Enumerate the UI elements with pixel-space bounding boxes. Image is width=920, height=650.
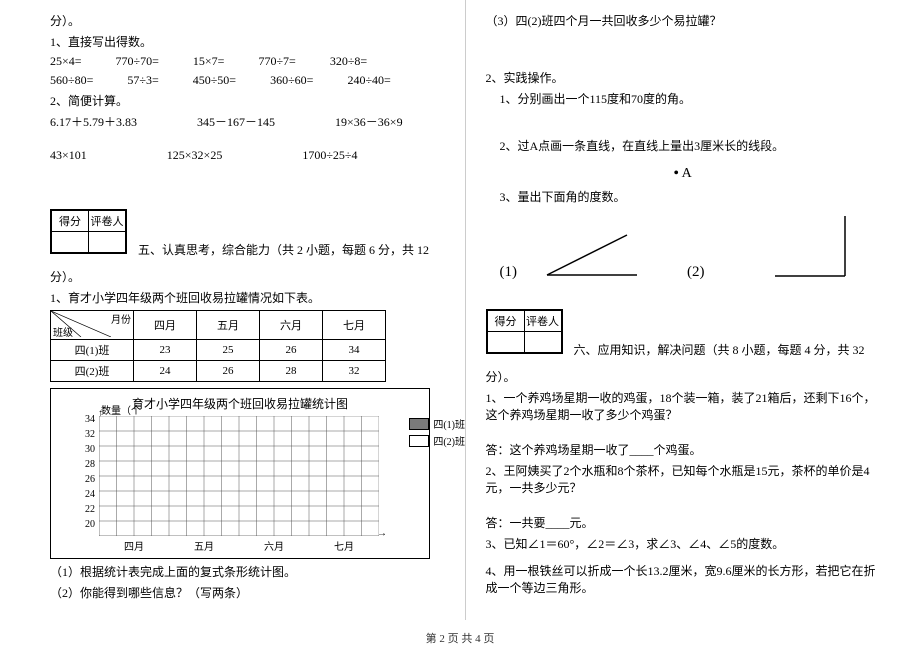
q4-1: 1、直接写出得数。 bbox=[50, 33, 445, 50]
q4-1-row1: 25×4= 770÷70= 15×7= 770÷7= 320÷8= bbox=[50, 54, 445, 69]
q6-3: 3、已知∠1＝60°，∠2＝∠3，求∠3、∠4、∠5的度数。 bbox=[486, 535, 881, 552]
prac-3: 3、量出下面角的度数。 bbox=[486, 188, 881, 205]
sec5-tail: 分）。 bbox=[50, 268, 445, 285]
chart-grid bbox=[99, 416, 379, 536]
q6-2-answer: 答：一共要____元。 bbox=[486, 514, 881, 531]
y-axis-ticks: 34 32 30 28 26 24 22 20 bbox=[75, 412, 95, 532]
q4-2-row2: 43×101 125×32×25 1700÷25÷4 bbox=[50, 148, 445, 163]
table-row: 四(1)班 23 25 26 34 bbox=[51, 340, 386, 361]
prac-2: 2、过A点画一条直线，在直线上量出3厘米长的线段。 bbox=[486, 137, 881, 154]
q6-1-answer: 答：这个养鸡场星期一收了____个鸡蛋。 bbox=[486, 441, 881, 458]
angle-1-icon bbox=[537, 225, 647, 281]
dot-icon: • bbox=[674, 166, 679, 181]
q5-1: 1、育才小学四年级两个班回收易拉罐情况如下表。 bbox=[50, 289, 445, 306]
recycle-table: 月份 班级 四月 五月 六月 七月 四(1)班 23 25 26 34 四(2)… bbox=[50, 310, 386, 382]
score-box-6: 得分评卷人 bbox=[486, 309, 563, 354]
legend-swatch-icon bbox=[409, 418, 429, 430]
q6-2: 2、王阿姨买了2个水瓶和8个茶杯，已知每个水瓶是15元，茶杯的单价是4元，一共多… bbox=[486, 462, 881, 496]
x-axis-ticks: 四月 五月 六月 七月 bbox=[99, 538, 379, 553]
prac-1: 1、分别画出一个115度和70度的角。 bbox=[486, 90, 881, 107]
page-footer: 第 2 页 共 4 页 bbox=[0, 630, 920, 646]
q6-1: 1、一个养鸡场星期一收的鸡蛋，18个装一箱，装了21箱后，还剩下16个，这个养鸡… bbox=[486, 389, 881, 423]
legend-swatch-icon bbox=[409, 435, 429, 447]
sec-practice: 2、实践操作。 bbox=[486, 69, 881, 86]
sec4-tail: 分）。 bbox=[50, 12, 445, 29]
sec6-tail: 分）。 bbox=[486, 368, 881, 385]
sec6-title: 六、应用知识，解决问题（共 8 小题，每题 4 分，共 32 bbox=[574, 343, 865, 357]
angle-2-icon bbox=[765, 211, 855, 281]
q5-sub2: （2）你能得到哪些信息？（写两条） bbox=[50, 584, 445, 601]
bar-chart-blank: 育才小学四年级两个班回收易拉罐统计图 数量（个 ↑ 34 32 30 28 26… bbox=[50, 388, 430, 559]
q6-4: 4、用一根铁丝可以折成一个长13.2厘米，宽9.6厘米的长方形，若把它在折成一个… bbox=[486, 562, 881, 596]
point-a: • A bbox=[486, 166, 881, 182]
sec5-title: 五、认真思考，综合能力（共 2 小题，每题 6 分，共 12 bbox=[138, 243, 429, 257]
chart-legend: 四(1)班 四(2)班 bbox=[409, 416, 465, 450]
score-box-5: 得分评卷人 bbox=[50, 209, 127, 254]
q5-3: （3）四(2)班四个月一共回收多少个易拉罐？ bbox=[486, 12, 881, 29]
q4-1-row2: 560÷80= 57÷3= 450÷50= 360÷60= 240÷40= bbox=[50, 73, 445, 88]
q5-sub1: （1）根据统计表完成上面的复式条形统计图。 bbox=[50, 563, 445, 580]
angle-2-label: (2) bbox=[687, 264, 705, 281]
angle-1-label: (1) bbox=[500, 264, 518, 281]
table-row: 四(2)班 24 26 28 32 bbox=[51, 361, 386, 382]
q4-2: 2、简便计算。 bbox=[50, 92, 445, 109]
q4-2-row1: 6.17＋5.79＋3.83 345－167－145 19×36－36×9 bbox=[50, 113, 445, 130]
